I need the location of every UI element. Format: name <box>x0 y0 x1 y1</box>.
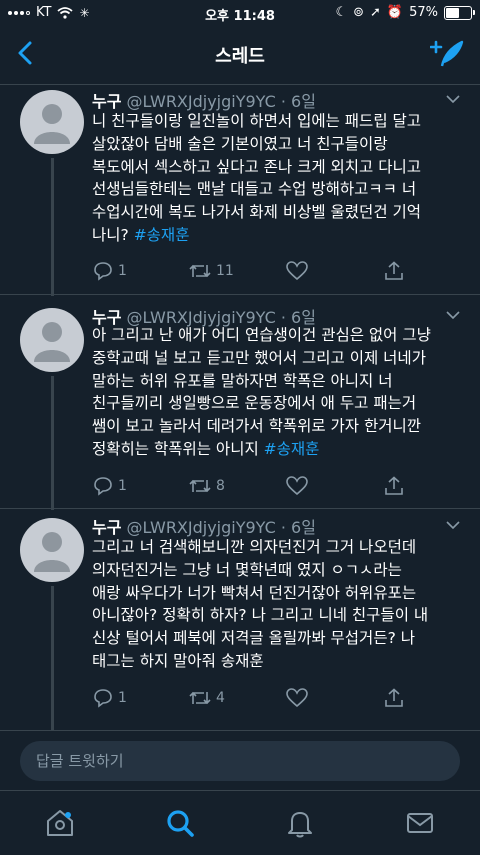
reply-count: 1 <box>118 690 127 706</box>
tweet-item[interactable]: 누구 @LWRXJdjyjgiY9YC · 6일 그리고 너 검색해보니깐 의자… <box>0 510 480 730</box>
share-button[interactable] <box>384 476 404 496</box>
reply-button[interactable]: 1 <box>92 261 127 281</box>
tweet-actions: 1 4 <box>92 688 422 712</box>
home-icon[interactable] <box>44 807 76 839</box>
retweet-count: 4 <box>216 690 225 706</box>
messages-icon[interactable] <box>404 807 436 839</box>
divider <box>0 294 480 295</box>
retweet-icon <box>189 264 211 278</box>
separator-dot: · <box>280 92 286 111</box>
reply-count: 1 <box>118 263 127 279</box>
chevron-down-icon[interactable] <box>446 310 460 320</box>
separator-dot: · <box>280 518 286 537</box>
alarm-icon: ⏰ <box>386 5 404 20</box>
chevron-down-icon[interactable] <box>446 520 460 530</box>
hashtag-link[interactable]: #송재훈 <box>264 440 320 458</box>
reply-input[interactable]: 답글 트윗하기 <box>20 741 460 781</box>
tweet-time: 6일 <box>291 92 316 111</box>
retweet-icon <box>189 479 211 493</box>
share-icon <box>385 261 403 280</box>
battery-percent: 57% <box>409 5 438 20</box>
retweet-count: 11 <box>216 263 234 279</box>
retweet-button[interactable]: 4 <box>188 688 225 708</box>
divider <box>0 508 480 509</box>
lock-rotation-icon: ⊚ <box>353 5 364 20</box>
tweet-item[interactable]: 누구 @LWRXJdjyjgiY9YC · 6일 니 친구들이랑 일진놀이 하면… <box>0 86 480 296</box>
moon-icon: ☾ <box>335 5 348 20</box>
tweet-actions: 1 11 <box>92 261 422 285</box>
tweet-actions: 1 8 <box>92 476 422 500</box>
tweet-body: 니 친구들이랑 일진놀이 하면서 입에는 패드립 달고 살았잖아 담배 술은 기… <box>92 112 422 244</box>
default-profile-icon <box>34 532 70 572</box>
like-icon <box>286 261 308 281</box>
tweet-text: 그리고 너 검색해보니깐 의자던진거 그거 나오던데 의자던진거는 그냥 너 몇… <box>92 536 462 673</box>
tweet-header: 누구 @LWRXJdjyjgiY9YC · 6일 <box>92 88 316 112</box>
like-button[interactable] <box>286 261 312 281</box>
tweet-header: 누구 @LWRXJdjyjgiY9YC · 6일 <box>92 514 316 538</box>
tab-bar <box>0 790 480 855</box>
like-button[interactable] <box>286 476 312 496</box>
share-button[interactable] <box>384 261 404 281</box>
thread-line <box>51 376 54 510</box>
reply-icon <box>94 477 112 496</box>
share-button[interactable] <box>384 688 404 708</box>
tweet-body: 그리고 너 검색해보니깐 의자던진거 그거 나오던데 의자던진거는 그냥 너 몇… <box>92 538 429 670</box>
display-name[interactable]: 누구 <box>92 518 121 537</box>
retweet-count: 8 <box>216 478 225 494</box>
retweet-button[interactable]: 11 <box>188 261 234 281</box>
avatar[interactable] <box>20 308 84 372</box>
reply-button[interactable]: 1 <box>92 688 127 708</box>
thread-line <box>51 158 54 296</box>
retweet-icon <box>189 691 211 705</box>
avatar[interactable] <box>20 90 84 154</box>
page-title: 스레드 <box>215 46 265 67</box>
share-icon <box>385 476 403 495</box>
retweet-button[interactable]: 8 <box>188 476 225 496</box>
like-icon <box>286 688 308 708</box>
user-handle[interactable]: @LWRXJdjyjgiY9YC <box>127 518 276 537</box>
like-button[interactable] <box>286 688 312 708</box>
default-profile-icon <box>34 322 70 362</box>
default-profile-icon <box>34 104 70 144</box>
display-name[interactable]: 누구 <box>92 92 121 111</box>
notifications-icon[interactable] <box>284 807 316 839</box>
battery-icon <box>444 5 475 20</box>
chevron-down-icon[interactable] <box>446 94 460 104</box>
reply-button[interactable]: 1 <box>92 476 127 496</box>
user-handle[interactable]: @LWRXJdjyjgiY9YC <box>127 92 276 111</box>
thread-line <box>51 586 54 730</box>
tweet-text: 니 친구들이랑 일진놀이 하면서 입에는 패드립 달고 살았잖아 담배 술은 기… <box>92 110 462 247</box>
tweet-text: 아 그리고 난 애가 어디 연습생이건 관심은 없어 그냥 중학교때 널 보고 … <box>92 324 462 461</box>
share-icon <box>385 688 403 707</box>
tweet-item[interactable]: 누구 @LWRXJdjyjgiY9YC · 6일 아 그리고 난 애가 어디 연… <box>0 298 480 510</box>
tweet-time: 6일 <box>291 518 316 537</box>
status-bar: KT ✳ 오후 11:48 ☾ ⊚ ➚ ⏰ 57% <box>0 0 480 26</box>
compose-icon[interactable] <box>430 38 464 68</box>
avatar[interactable] <box>20 518 84 582</box>
search-icon[interactable] <box>164 807 196 839</box>
nav-bar: 스레드 <box>0 26 480 85</box>
reply-icon <box>94 689 112 708</box>
reply-bar: 답글 트윗하기 <box>0 730 480 791</box>
like-icon <box>286 476 308 496</box>
reply-count: 1 <box>118 478 127 494</box>
reply-icon <box>94 262 112 281</box>
tweet-body: 아 그리고 난 애가 어디 연습생이건 관심은 없어 그냥 중학교때 널 보고 … <box>92 326 431 458</box>
location-icon: ➚ <box>370 5 381 20</box>
hashtag-link[interactable]: #송재훈 <box>134 226 190 244</box>
